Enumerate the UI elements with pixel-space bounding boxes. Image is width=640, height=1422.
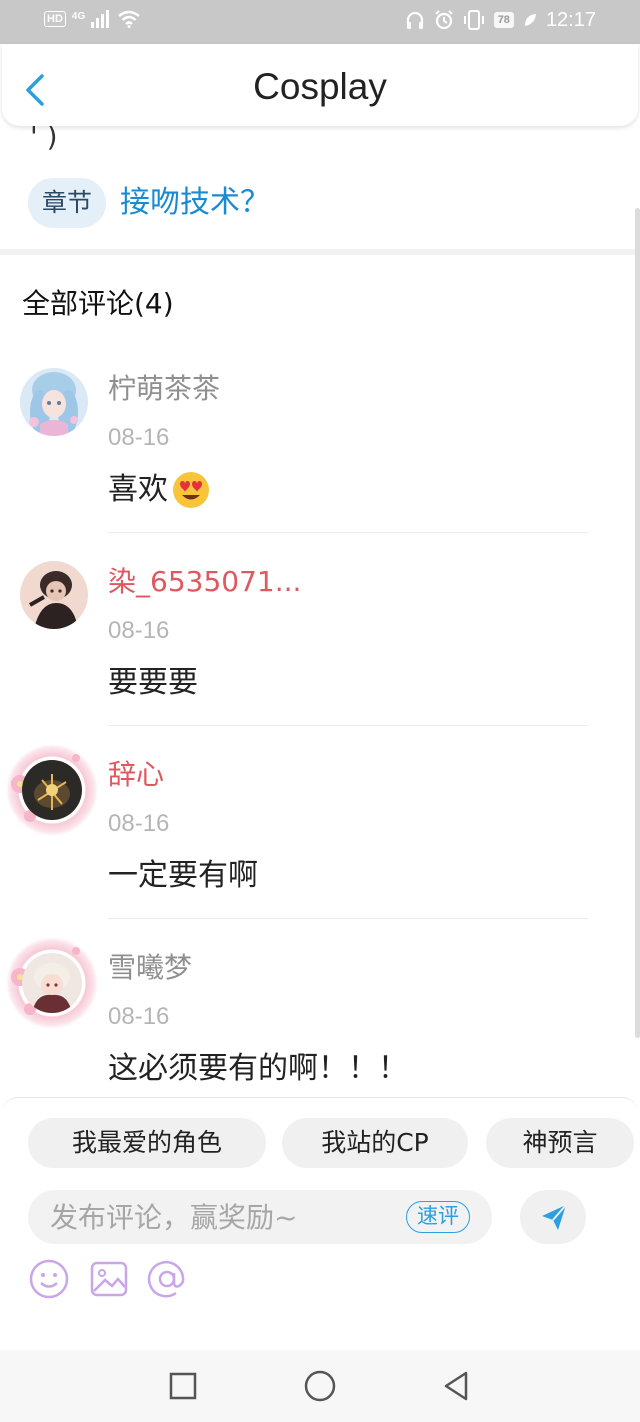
scrollbar[interactable] <box>635 208 640 1038</box>
comment-text: 喜欢 <box>108 470 210 510</box>
clock: 12:17 <box>545 9 596 31</box>
image-icon[interactable] <box>88 1258 130 1300</box>
comment-date: 08-16 <box>108 424 170 451</box>
comment-date: 08-16 <box>108 617 170 644</box>
status-left: HD 4G <box>44 10 141 28</box>
comment-divider <box>108 532 588 533</box>
avatar-image <box>20 368 88 436</box>
comment-divider <box>108 918 588 919</box>
avatar[interactable] <box>20 368 88 436</box>
signal-icon <box>91 10 110 28</box>
headphones-icon <box>406 11 423 29</box>
header: Cosplay <box>2 44 638 126</box>
avatar[interactable] <box>22 953 82 1013</box>
chapter-tag: 章节 <box>28 178 107 228</box>
status-right: 78 12:17 <box>405 8 596 32</box>
status-bar: HD 4G 78 12:17 <box>0 0 640 44</box>
avatar-image <box>22 760 82 820</box>
comment-input-wrap: 速评 <box>28 1190 492 1244</box>
comment-text-content: 这必须要有的啊！！！ <box>108 1051 408 1086</box>
recents-square-icon[interactable] <box>165 1368 201 1404</box>
page-title: Cosplay <box>253 66 387 107</box>
heart-eyes-emoji-icon <box>173 472 209 508</box>
alarm-icon <box>434 10 453 30</box>
comment-text: 一定要有啊 <box>108 856 258 896</box>
comment-text: 这必须要有的啊！！！ <box>108 1049 408 1089</box>
comment-input[interactable] <box>50 1190 390 1244</box>
comment-text-content: 一定要有啊 <box>108 858 258 893</box>
comment-text-content: 喜欢 <box>108 472 168 507</box>
comment-divider <box>108 725 588 726</box>
navigation-bar <box>0 1350 640 1422</box>
comment-text: 要要要 <box>108 663 198 703</box>
avatar-image <box>22 953 82 1013</box>
comments-header: 全部评论(4) <box>22 287 174 320</box>
vibrate-icon <box>463 10 484 30</box>
comment-composer: 我最爱的角色 我站的CP 神预言 速评 <box>2 1097 638 1349</box>
quick-comment-button[interactable]: 速评 <box>406 1201 470 1233</box>
send-icon <box>542 1204 567 1230</box>
chapter-link[interactable]: 接吻技术？ <box>120 178 270 228</box>
comment-username[interactable]: 柠萌茶茶 <box>108 372 220 406</box>
avatar-image <box>20 561 88 629</box>
quick-tag-chip[interactable]: 我站的CP <box>282 1118 468 1168</box>
send-button[interactable] <box>520 1190 586 1244</box>
battery-level: 78 <box>493 12 514 28</box>
quick-tag-chip[interactable]: 神预言 <box>486 1118 634 1168</box>
comment-item: 辞心 08-16 一定要有啊 <box>0 744 600 947</box>
comment-username[interactable]: 辞心 <box>108 758 164 792</box>
hd-badge: HD <box>44 11 66 27</box>
chapter-row: 章节 接吻技术？ <box>28 178 270 228</box>
comment-date: 08-16 <box>108 810 170 837</box>
quick-tag-chip[interactable]: 我最爱的角色 <box>28 1118 266 1168</box>
comment-date: 08-16 <box>108 1003 170 1030</box>
comment-item: 柠萌茶茶 08-16 喜欢 <box>0 368 600 561</box>
home-circle-icon[interactable] <box>302 1368 338 1404</box>
comment-item: 染_6535071... 08-16 要要要 <box>0 561 600 754</box>
comment-text-content: 要要要 <box>108 665 198 700</box>
avatar[interactable] <box>22 760 82 820</box>
smiley-icon[interactable] <box>28 1258 70 1300</box>
at-icon[interactable] <box>146 1258 188 1300</box>
avatar[interactable] <box>20 561 88 629</box>
leaf-icon <box>524 14 536 26</box>
wifi-icon <box>118 10 141 28</box>
back-triangle-icon[interactable] <box>438 1368 474 1404</box>
network-type: 4G <box>71 10 86 22</box>
comment-username[interactable]: 染_6535071... <box>108 565 301 599</box>
section-divider <box>0 249 640 255</box>
comment-username[interactable]: 雪曦梦 <box>108 951 192 985</box>
